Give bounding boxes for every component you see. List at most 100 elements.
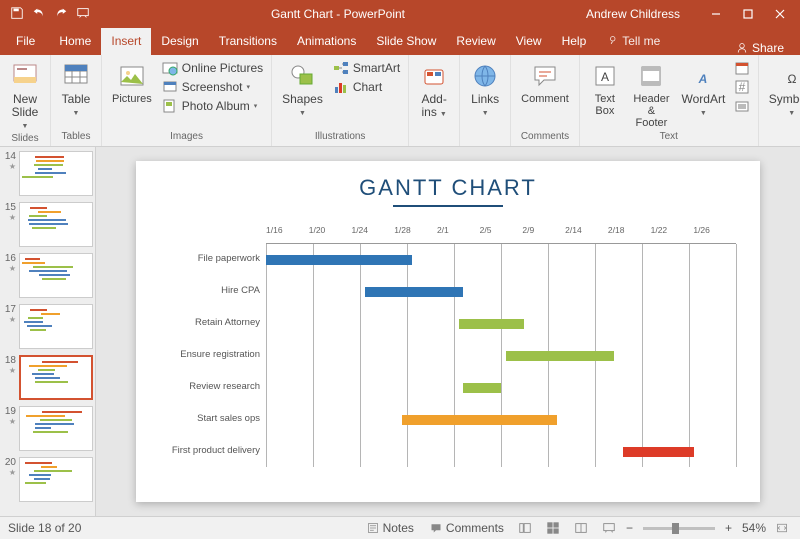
date-tick: 1/24 (351, 225, 394, 243)
tab-transitions[interactable]: Transitions (209, 28, 287, 55)
screenshot-button[interactable]: Screenshot ▾ (160, 78, 265, 96)
comment-button[interactable]: Comment (517, 59, 573, 107)
zoom-level[interactable]: 54% (736, 521, 772, 535)
task-labels: File paperworkHire CPARetain AttorneyEns… (160, 225, 260, 493)
gantt-bar[interactable] (459, 319, 525, 329)
save-icon[interactable] (10, 6, 24, 23)
gantt-bar[interactable] (463, 383, 501, 393)
slide-editor[interactable]: GANTT CHART File paperworkHire CPARetain… (96, 147, 800, 516)
textbox-button[interactable]: A TextBox (586, 59, 624, 119)
slide-thumbnail-18[interactable] (19, 355, 93, 400)
task-label: Start sales ops (197, 403, 260, 435)
shapes-button[interactable]: Shapes▼ (278, 59, 327, 120)
wordart-button[interactable]: A WordArt▼ (679, 59, 728, 120)
maximize-button[interactable] (732, 0, 764, 28)
zoom-slider[interactable] (643, 527, 715, 530)
chart-button[interactable]: Chart (331, 78, 402, 96)
tab-design[interactable]: Design (151, 28, 208, 55)
slideshow-view-button[interactable] (596, 517, 622, 540)
group-links: Links▼ (460, 55, 511, 146)
tab-animations[interactable]: Animations (287, 28, 366, 55)
redo-icon[interactable] (54, 6, 68, 23)
tellme-search[interactable]: Tell me (596, 28, 670, 55)
pictures-icon (117, 61, 147, 91)
task-label: Ensure registration (180, 339, 260, 371)
symbols-button[interactable]: Ω Symbols▼ (765, 59, 800, 120)
table-button[interactable]: Table▼ (57, 59, 95, 120)
close-button[interactable] (764, 0, 796, 28)
reading-view-button[interactable] (568, 517, 594, 540)
shapes-icon (287, 61, 317, 91)
zoom-out-button[interactable]: − (622, 521, 637, 535)
date-tick: 2/18 (608, 225, 651, 243)
photo-album-button[interactable]: Photo Album ▾ (160, 97, 265, 115)
normal-view-button[interactable] (512, 517, 538, 540)
tab-view[interactable]: View (506, 28, 552, 55)
title-bar: Gantt Chart - PowerPoint Andrew Childres… (0, 0, 800, 28)
online-pictures-button[interactable]: Online Pictures (160, 59, 265, 77)
header-footer-button[interactable]: Header& Footer (628, 59, 675, 131)
textbox-label: TextBox (595, 93, 615, 117)
table-icon (61, 61, 91, 91)
tab-insert[interactable]: Insert (101, 28, 151, 55)
gantt-bar[interactable] (506, 351, 614, 361)
svg-text:A: A (698, 72, 708, 86)
chevron-down-icon: ▼ (73, 110, 80, 117)
slide-count[interactable]: Slide 18 of 20 (8, 521, 81, 535)
slide-canvas[interactable]: GANTT CHART File paperworkHire CPARetain… (136, 161, 760, 502)
links-button[interactable]: Links▼ (466, 59, 504, 120)
fit-to-window-button[interactable] (772, 522, 792, 534)
task-label: File paperwork (198, 243, 260, 275)
photo-album-icon (162, 98, 178, 114)
comments-button[interactable]: Comments (422, 521, 512, 535)
slide-number-button[interactable]: # (732, 78, 752, 96)
chevron-down-icon: ▼ (700, 110, 707, 117)
gantt-bar[interactable] (623, 447, 694, 457)
start-slideshow-icon[interactable] (76, 6, 90, 23)
user-name[interactable]: Andrew Childress (586, 7, 680, 21)
date-tick: 1/26 (693, 225, 736, 243)
slide-thumbnails[interactable]: 14★15★16★17★18★19★20★ (0, 147, 96, 516)
svg-text:A: A (601, 70, 609, 84)
tab-file[interactable]: File (6, 28, 45, 55)
gantt-bar[interactable] (402, 415, 557, 425)
comment-icon (530, 61, 560, 91)
group-tables: Table▼ Tables (51, 55, 102, 146)
symbols-icon: Ω (777, 61, 800, 91)
notes-button[interactable]: Notes (359, 521, 422, 535)
textbox-icon: A (590, 61, 620, 91)
status-bar: Slide 18 of 20 Notes Comments − + 54% (0, 516, 800, 539)
task-label: Hire CPA (221, 275, 260, 307)
addins-button[interactable]: Add-ins ▼ (415, 59, 453, 121)
group-symbols: Ω Symbols▼ (759, 55, 800, 146)
pictures-button[interactable]: Pictures (108, 59, 156, 107)
svg-text:#: # (738, 80, 745, 94)
minimize-button[interactable] (700, 0, 732, 28)
online-pictures-icon (162, 60, 178, 76)
slide-thumbnail-16[interactable] (19, 253, 93, 298)
undo-icon[interactable] (32, 6, 46, 23)
object-button[interactable] (732, 97, 752, 115)
slide-thumbnail-15[interactable] (19, 202, 93, 247)
share-button[interactable]: Share (726, 41, 794, 55)
zoom-thumb[interactable] (672, 523, 679, 534)
tab-slideshow[interactable]: Slide Show (366, 28, 446, 55)
tab-home[interactable]: Home (49, 28, 101, 55)
date-time-button[interactable] (732, 59, 752, 77)
slide-thumbnail-14[interactable] (19, 151, 93, 196)
new-slide-button[interactable]: NewSlide ▼ (6, 59, 44, 133)
slide-thumbnail-20[interactable] (19, 457, 93, 502)
gantt-bar[interactable] (365, 287, 464, 297)
header-footer-icon (636, 61, 666, 91)
tab-review[interactable]: Review (446, 28, 505, 55)
slide-thumbnail-19[interactable] (19, 406, 93, 451)
smartart-button[interactable]: SmartArt (331, 59, 402, 77)
sorter-view-button[interactable] (540, 517, 566, 540)
slide-thumbnail-17[interactable] (19, 304, 93, 349)
chart-icon (333, 79, 349, 95)
zoom-in-button[interactable]: + (721, 521, 736, 535)
chart-plot: 1/161/201/241/282/12/52/92/142/181/221/2… (266, 225, 736, 493)
tab-help[interactable]: Help (552, 28, 597, 55)
date-tick: 1/20 (309, 225, 352, 243)
gantt-bar[interactable] (266, 255, 412, 265)
